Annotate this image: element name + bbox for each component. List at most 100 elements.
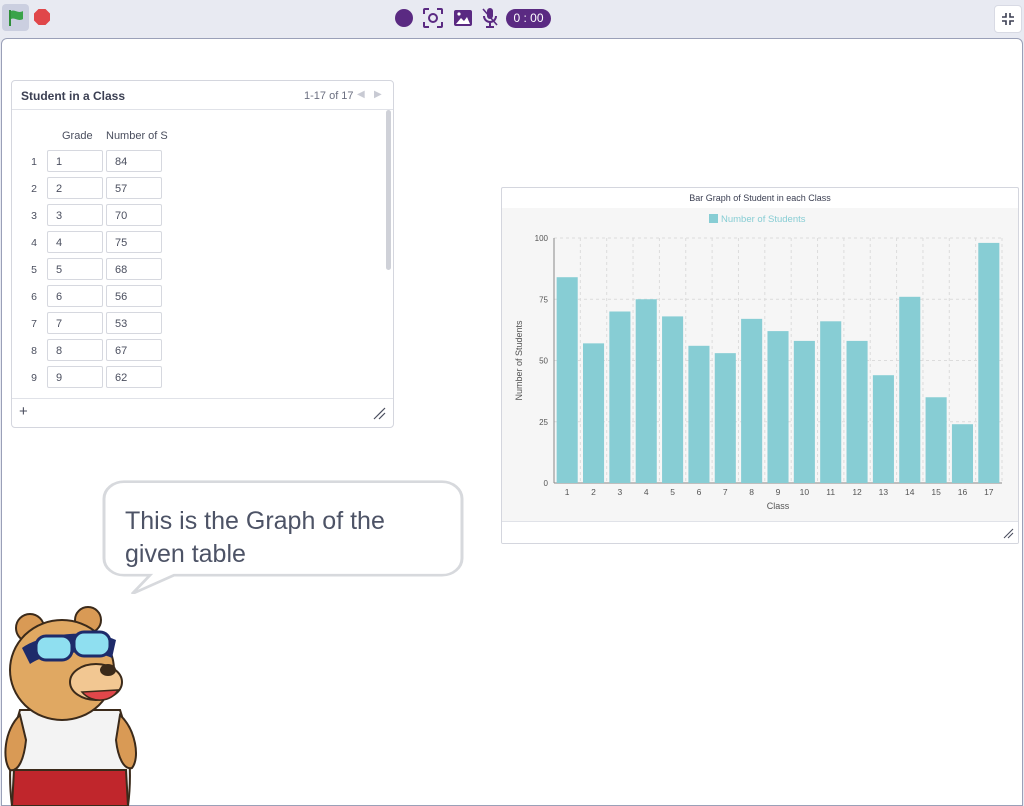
chart-body: 0 25 50 75 100 1 2 3 4 5 6 7 8 9 10 11 12 13 14 15 16 17 Class…	[502, 208, 1018, 521]
bar-16	[951, 424, 974, 483]
row-number: 1	[31, 156, 37, 168]
row-number: 9	[31, 372, 37, 384]
resize-handle-icon[interactable]	[1002, 527, 1014, 539]
x-tick-label: 3	[618, 487, 623, 497]
green-flag-button[interactable]	[2, 4, 29, 31]
bear-character-icon	[4, 606, 137, 806]
prev-page-icon[interactable]: ◀	[357, 89, 365, 100]
top-toolbar: 0 : 00	[0, 0, 1024, 38]
stop-icon	[34, 9, 50, 25]
chart-title: Bar Graph of Student in each Class	[502, 188, 1018, 209]
x-axis-label: Class	[767, 501, 790, 511]
chart-footer	[502, 521, 1018, 543]
grade-cell[interactable]: 7	[47, 312, 103, 334]
count-cell[interactable]: 53	[106, 312, 162, 334]
row-number: 3	[31, 210, 37, 222]
bar-2	[582, 343, 605, 483]
table-scrollbar[interactable]	[386, 110, 391, 270]
count-cell[interactable]: 67	[106, 339, 162, 361]
grade-cell[interactable]: 4	[47, 231, 103, 253]
record-button[interactable]	[394, 8, 414, 28]
y-tick-label: 0	[544, 479, 549, 488]
grade-cell[interactable]: 6	[47, 285, 103, 307]
table-footer: +	[12, 398, 393, 427]
grade-cell[interactable]: 9	[47, 366, 103, 388]
grade-cell[interactable]: 5	[47, 258, 103, 280]
column-header-grade: Grade	[62, 130, 93, 142]
x-tick-label: 2	[591, 487, 596, 497]
table-panel: Student in a Class 1-17 of 17 ◀ ▶ Grade …	[11, 80, 394, 428]
row-number: 5	[31, 264, 37, 276]
speech-line-1: This is the Graph of the	[125, 507, 385, 535]
legend-swatch	[709, 214, 718, 223]
y-tick-label: 50	[539, 357, 548, 366]
bar-6	[688, 345, 710, 483]
legend-label: Number of Students	[721, 214, 806, 225]
column-header-count: Number of S	[106, 130, 168, 142]
count-cell[interactable]: 75	[106, 231, 162, 253]
stop-button[interactable]	[31, 6, 53, 28]
fullscreen-exit-button[interactable]	[994, 5, 1022, 33]
green-flag-icon	[8, 9, 23, 26]
speech-line-2: given table	[125, 540, 246, 568]
bar-17	[978, 242, 1000, 483]
next-page-icon[interactable]: ▶	[374, 89, 382, 100]
count-cell[interactable]: 62	[106, 366, 162, 388]
table-range: 1-17 of 17	[304, 90, 354, 102]
x-tick-label: 14	[905, 487, 915, 497]
x-tick-label: 12	[852, 487, 862, 497]
bar-14	[899, 296, 921, 483]
x-tick-label: 11	[826, 487, 835, 497]
bar-15	[925, 397, 947, 483]
x-tick-label: 17	[984, 487, 994, 497]
resize-handle-icon[interactable]	[372, 406, 386, 420]
microphone-button[interactable]	[479, 6, 501, 30]
bar-4	[635, 299, 657, 483]
grade-cell[interactable]: 2	[47, 177, 103, 199]
count-cell[interactable]: 70	[106, 204, 162, 226]
bar-8	[741, 318, 763, 483]
row-number: 7	[31, 318, 37, 330]
x-tick-label: 16	[958, 487, 968, 497]
bar-5	[662, 316, 684, 483]
row-number: 2	[31, 183, 37, 195]
bar-3	[609, 311, 631, 483]
count-cell[interactable]: 56	[106, 285, 162, 307]
y-tick-label: 75	[539, 295, 548, 304]
x-tick-label: 7	[723, 487, 728, 497]
bar-10	[793, 340, 815, 483]
screenshot-icon	[423, 8, 443, 28]
record-icon	[395, 9, 413, 27]
y-tick-label: 25	[539, 418, 548, 427]
x-tick-label: 1	[565, 487, 570, 497]
count-cell[interactable]: 84	[106, 150, 162, 172]
y-tick-label: 100	[535, 234, 549, 243]
grade-cell[interactable]: 8	[47, 339, 103, 361]
x-tick-label: 5	[670, 487, 675, 497]
x-tick-label: 9	[776, 487, 781, 497]
bar-9	[767, 331, 789, 483]
bar-11	[820, 321, 842, 483]
x-tick-label: 6	[697, 487, 702, 497]
y-axis-label: Number of Students	[514, 320, 524, 401]
image-button[interactable]	[451, 6, 475, 30]
screenshot-button[interactable]	[421, 6, 445, 30]
bar-1	[556, 277, 578, 483]
speech-bubble-text: This is the Graph of the given table	[125, 505, 455, 571]
x-tick-label: 10	[800, 487, 810, 497]
grade-cell[interactable]: 1	[47, 150, 103, 172]
table-header: Student in a Class 1-17 of 17 ◀ ▶	[12, 81, 393, 110]
bar-12	[846, 340, 868, 483]
bar-chart: 02550751001 2 3 4 5 6 7 8 9 10 11 12 13 14 15 16 17Class…	[514, 214, 1003, 511]
bar-7	[714, 353, 736, 483]
add-row-button[interactable]: +	[19, 403, 28, 420]
count-cell[interactable]: 57	[106, 177, 162, 199]
x-tick-label: 13	[879, 487, 889, 497]
recording-timer: 0 : 00	[506, 9, 551, 28]
count-cell[interactable]: 68	[106, 258, 162, 280]
grade-cell[interactable]: 3	[47, 204, 103, 226]
table-body: Grade Number of S 1 1 84 2 2 57 3 3 70 4…	[12, 110, 393, 398]
row-number: 4	[31, 237, 37, 249]
row-number: 8	[31, 345, 37, 357]
chart-panel: Bar Graph of Student in each Class 0 25 50…	[501, 187, 1019, 544]
